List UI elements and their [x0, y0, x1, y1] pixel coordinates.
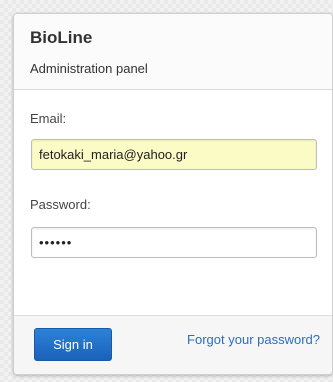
- email-field[interactable]: [31, 139, 317, 170]
- password-field[interactable]: [31, 227, 317, 258]
- app-title: BioLine: [30, 28, 93, 47]
- login-panel: BioLine Administration panel Email: Pass…: [13, 13, 333, 375]
- login-form: Email: Password:: [14, 90, 332, 316]
- panel-footer: Sign in Forgot your password?: [14, 315, 332, 374]
- password-label: Password:: [30, 197, 91, 212]
- email-label: Email:: [30, 111, 67, 126]
- forgot-password-link[interactable]: Forgot your password?: [187, 332, 320, 348]
- sign-in-button[interactable]: Sign in: [34, 328, 112, 361]
- app-subtitle: Administration panel: [30, 61, 148, 76]
- panel-header: BioLine Administration panel: [14, 14, 332, 90]
